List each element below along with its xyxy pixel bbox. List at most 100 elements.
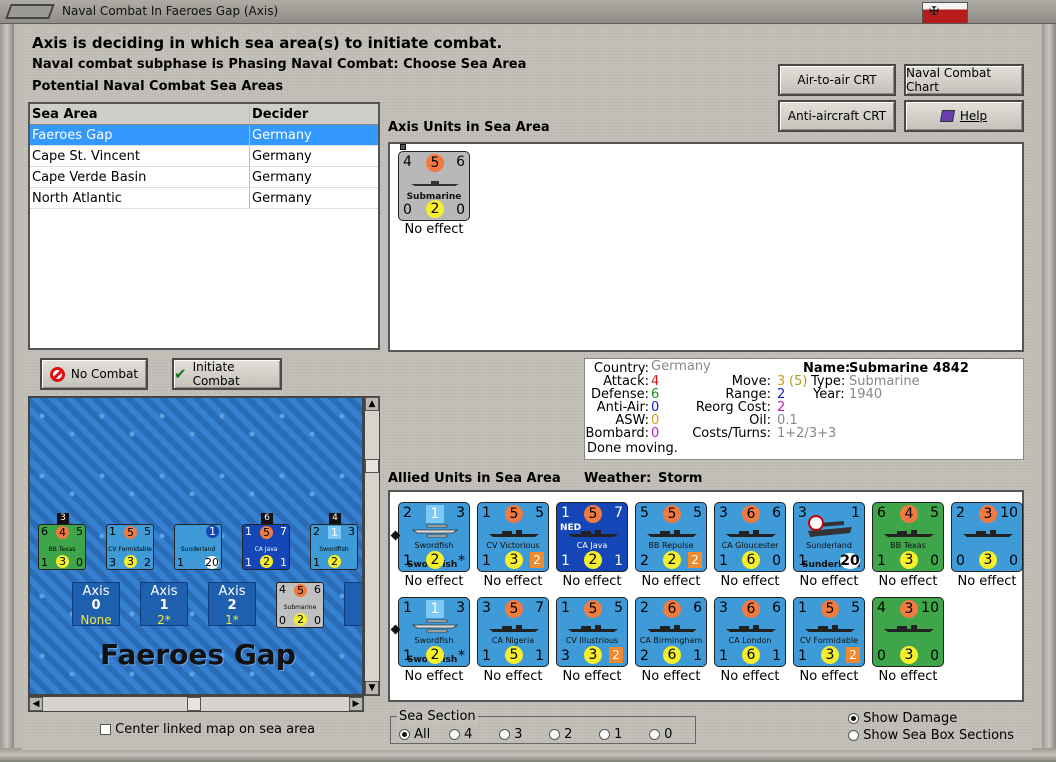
anti-aircraft-crt-button[interactable]: Anti-aircraft CRT (778, 100, 896, 132)
counter-br: 0 (772, 553, 781, 569)
counter-move: 5 (505, 646, 523, 664)
allied-unit-effect: No effect (799, 669, 859, 684)
allied-unit-counter[interactable]: 2 6 6 CA Birmingham 2 6 1 (635, 597, 707, 667)
counter-defense: 5 (693, 505, 702, 521)
section-radio-1[interactable]: 1 (599, 727, 622, 742)
counter-defense: 3 (456, 600, 465, 616)
counter-bl: 0 (877, 648, 886, 664)
counter-defense: 10 (1000, 505, 1018, 521)
title-bar[interactable]: Naval Combat In Faeroes Gap (Axis) ✠ (0, 0, 1056, 24)
table-row[interactable]: Cape St. Vincent Germany (30, 146, 378, 167)
allied-unit-counter[interactable]: 5 5 5 BB Repulse 2 2 2 (635, 502, 707, 572)
radio-icon[interactable] (848, 730, 859, 741)
allied-unit-counter[interactable]: 4 3 10 0 3 0 (872, 597, 944, 667)
scroll-down-icon[interactable]: ▼ (365, 681, 379, 695)
sea-box-3[interactable]: A (344, 582, 362, 626)
show-damage-option[interactable]: Show Damage (848, 711, 957, 726)
scroll-left-icon[interactable]: ◀ (29, 697, 43, 711)
scroll-thumb[interactable] (187, 697, 201, 711)
allied-unit-effect: No effect (878, 669, 938, 684)
sea-area-table: Sea Area Decider Faeroes Gap Germany Cap… (28, 102, 380, 350)
counter-attack: 3 (719, 505, 728, 521)
sea-box-0[interactable]: Axis 0 None (72, 582, 120, 627)
radio-icon[interactable] (848, 713, 859, 724)
allied-unit-counter[interactable]: 3 5 7 CA Nigeria 1 5 1 (477, 597, 549, 667)
warship-icon (568, 625, 618, 632)
allied-unit-counter[interactable]: 1 5 5 CV Victorious 1 3 2 (477, 502, 549, 572)
initiate-combat-button[interactable]: ✔ Initiate Combat (172, 358, 282, 390)
center-map-checkbox[interactable]: Center linked map on sea area (100, 722, 315, 737)
allied-unit-counter[interactable]: 2 3 10 0 3 0 (951, 502, 1023, 572)
map-horizontal-scrollbar[interactable]: ◀ ▶ (28, 696, 364, 712)
map-counter[interactable]: 3 645 BB Texas 130 (38, 513, 86, 570)
sea-area-map[interactable]: 3 645 BB Texas 130 155 CV Formidable 332… (28, 396, 364, 696)
allied-unit-counter[interactable]: 1 5 5 CV Illustrious 3 3 2 (556, 597, 628, 667)
counter-name: CA Birmingham (639, 636, 703, 645)
counter-ant: 5 (663, 505, 681, 523)
scroll-thumb[interactable] (365, 459, 379, 473)
section-radio-0[interactable]: 0 (649, 727, 672, 742)
column-header-sea-area[interactable]: Sea Area (30, 104, 250, 124)
scroll-up-icon[interactable]: ▲ (365, 397, 379, 411)
checkbox-icon[interactable] (100, 724, 111, 735)
allied-unit-counter[interactable]: 3 6 6 CA London 1 6 1 (714, 597, 786, 667)
window-menu-icon[interactable] (5, 4, 55, 19)
allied-unit-counter[interactable]: 113SwordfishSwordfish12* (398, 597, 470, 667)
sea-box-1[interactable]: Axis 1 2* (140, 582, 188, 627)
allied-unit-counter[interactable]: 1 5 5 CV Formidable 1 3 2 (793, 597, 865, 667)
axis-units-label: Axis Units in Sea Area (388, 120, 550, 135)
table-row[interactable]: North Atlantic Germany (30, 188, 378, 209)
map-counter[interactable]: 4 213 Swordfish 12 (310, 513, 358, 570)
sea-area-cell: Cape Verde Basin (30, 167, 250, 187)
show-damage-label: Show Damage (863, 711, 958, 726)
counter-bl: 1 (561, 553, 570, 569)
check-icon: ✔ (174, 365, 187, 383)
weather-value: Storm (658, 471, 703, 486)
allied-unit-counter[interactable]: 3 6 6 CA Gloucester 1 6 0 (714, 502, 786, 572)
counter-br: 0 (1009, 553, 1018, 569)
map-counter[interactable]: 6 157 CA Java 121 (242, 513, 290, 570)
table-row[interactable]: Cape Verde Basin Germany (30, 167, 378, 188)
table-row[interactable]: Faeroes Gap Germany (30, 125, 378, 146)
scroll-right-icon[interactable]: ▶ (349, 697, 363, 711)
info-country: Germany (651, 359, 711, 374)
allied-unit-counter[interactable]: 3 1 Sunderland Sunderland 1 20 (793, 502, 865, 572)
counter-attack: 6 (877, 505, 886, 521)
allied-unit-effect: No effect (799, 574, 859, 589)
counter-move: 3 (979, 551, 997, 569)
counter-defense: 6 (693, 600, 702, 616)
counter-ant: 3 (979, 505, 997, 523)
warship-icon (805, 625, 855, 632)
counter-attack: 1 (482, 505, 491, 521)
counter-defense: 7 (535, 600, 544, 616)
counter-move: 2 (426, 200, 444, 218)
column-header-decider[interactable]: Decider (250, 104, 360, 124)
counter-move: 3 (900, 646, 918, 664)
no-combat-button[interactable]: No Combat (40, 358, 148, 390)
section-radio-2[interactable]: 2 (549, 727, 572, 742)
counter-move: 6 (742, 551, 760, 569)
section-radio-all[interactable]: All (399, 727, 430, 742)
naval-combat-chart-button[interactable]: Naval Combat Chart (904, 64, 1024, 96)
map-counter[interactable]: 1 Sunderland 1 20 (174, 524, 222, 570)
counter-bl: 1 (798, 553, 807, 569)
allied-unit-counter[interactable]: 213SwordfishSwordfish12* (398, 502, 470, 572)
counter-ant: 4 (900, 505, 918, 523)
sea-box-2[interactable]: Axis 2 1* (208, 582, 256, 627)
map-counter[interactable]: 155 CV Formidable 332 (106, 524, 154, 570)
counter-attack: 2 (956, 505, 965, 521)
section-radio-4[interactable]: 4 (449, 727, 472, 742)
axis-unit-counter[interactable]: 4 5 6 Submarine 0 2 0 (398, 151, 470, 221)
map-submarine-counter[interactable]: 456 Submarine 020 (276, 582, 324, 628)
allied-unit-counter[interactable]: 6 4 5 BB Texas 1 3 0 (872, 502, 944, 572)
counter-defense: 6 (772, 505, 781, 521)
section-radio-3[interactable]: 3 (499, 727, 522, 742)
help-button[interactable]: Help (904, 100, 1024, 132)
counter-range-badge: 2 (846, 647, 860, 663)
allied-unit-counter[interactable]: 1 5 7 NED CA Java 1 2 1 (556, 502, 628, 572)
weather-label: Weather: (584, 471, 652, 486)
counter-name: Sunderland (806, 541, 852, 550)
map-vertical-scrollbar[interactable]: ▲ ▼ (364, 396, 380, 696)
show-sections-option[interactable]: Show Sea Box Sections (848, 728, 1014, 743)
air-to-air-crt-button[interactable]: Air-to-air CRT (778, 64, 896, 96)
